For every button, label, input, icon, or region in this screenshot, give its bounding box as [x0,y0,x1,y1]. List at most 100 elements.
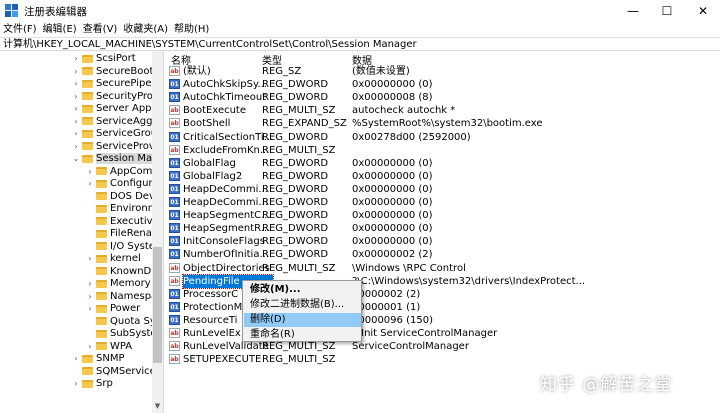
value-name: InitConsoleFlags [183,236,265,248]
value-data: %SystemRoot%\system32\bootim.exe [352,118,543,130]
menu-edit[interactable]: 编辑(E) [40,22,80,37]
modify-binary-menu-item[interactable]: 修改二进制数据(B)... [244,298,361,312]
value-row[interactable]: 01 CriticalSectionTi... REG_DWORD 0x00278d0… [166,131,720,144]
tree-item[interactable]: ⌄ Session Manag [72,152,163,165]
value-row[interactable]: ab (默认) REG_SZ (数值未设置) [166,65,720,78]
collapsed-chevron-icon[interactable]: › [86,342,94,351]
tree-item[interactable]: SQMServiceLis [72,365,163,378]
collapsed-chevron-icon[interactable]: › [72,104,80,113]
scroll-down-arrow-icon[interactable]: ▼ [152,401,163,412]
collapsed-chevron-icon[interactable]: › [86,292,94,301]
tree-item[interactable]: › Server Applica [72,102,163,115]
string-value-icon: ab [169,341,180,352]
delete-menu-item[interactable]: 删除(D) [244,313,361,327]
value-row[interactable]: ab RunLevelValidate REG_MULTI_SZ ServiceCon… [166,340,720,353]
maximize-button[interactable]: ☐ [650,0,684,22]
collapsed-chevron-icon[interactable]: › [72,354,80,363]
folder-icon [96,204,107,213]
rename-menu-item[interactable]: 重命名(R) [244,328,361,342]
tree-item[interactable]: › Srp [72,377,112,390]
tree-item-label: ScsiPort [96,53,136,64]
collapsed-chevron-icon[interactable]: › [86,304,94,313]
value-data: ?\C:\Windows\system32\drivers\IndexProte… [352,275,586,287]
binary-value-icon: 01 [169,314,180,325]
tree-item[interactable]: › WPA [86,340,132,353]
value-row[interactable]: 01 HeapDeCommi... REG_DWORD 0x00000000 (0) [166,196,720,209]
value-data: 0x00000000 (0) [352,223,433,235]
tree-item[interactable]: › kernel [86,252,140,265]
value-row[interactable]: 01 HeapSegmentR... REG_DWORD 0x00000000 (0) [166,222,720,235]
menu-favorites[interactable]: 收藏夹(A) [120,22,171,37]
binary-value-icon: 01 [169,79,180,90]
value-row[interactable]: ab BootExecute REG_MULTI_SZ autocheck autoc… [166,104,720,117]
value-row[interactable]: 01 HeapDeCommi... REG_DWORD 0x00000000 (0) [166,183,720,196]
value-row[interactable]: 01 NumberOfInitia... REG_DWORD 0x00000002 (… [166,248,720,261]
collapsed-chevron-icon[interactable]: › [72,67,80,76]
collapsed-chevron-icon[interactable]: › [72,54,80,63]
value-name: NumberOfInitia... [183,249,269,261]
collapsed-chevron-icon[interactable]: › [72,142,80,151]
collapsed-chevron-icon[interactable]: › [86,279,94,288]
value-row[interactable]: 01 HeapSegmentC... REG_DWORD 0x00000000 (0) [166,209,720,222]
menu-help[interactable]: 帮助(H) [171,22,212,37]
tree-scrollbar-thumb[interactable] [153,247,162,363]
value-type: REG_MULTI_SZ [262,341,336,353]
collapsed-chevron-icon[interactable]: › [86,254,94,263]
value-name: ExcludeFromKn... [183,144,270,156]
tree-item-label: SNMP [96,353,125,364]
title-bar: 注册表编辑器 — ☐ ✕ [0,0,720,22]
value-row[interactable]: 01 AutoChkTimeout REG_DWORD 0x00000008 (8) [166,91,720,104]
value-row[interactable]: 01 GlobalFlag REG_DWORD 0x00000000 (0) [166,157,720,170]
value-data: (数值未设置) [352,66,410,77]
value-row[interactable]: ab SETUPEXECUTE REG_MULTI_SZ [166,353,720,366]
modify-menu-item[interactable]: 修改(M)... [244,283,361,297]
folder-icon [82,67,93,75]
string-value-icon: ab [169,262,180,273]
tree-item-label: Power [110,303,141,314]
tree-item[interactable]: › SNMP [72,352,125,365]
binary-value-icon: 01 [169,288,180,299]
collapsed-chevron-icon[interactable]: › [86,179,94,188]
value-row[interactable]: 01 InitConsoleFlags REG_DWORD 0x00000000 (0… [166,235,720,248]
minimize-button[interactable]: — [616,0,650,22]
collapsed-chevron-icon[interactable]: › [86,167,94,176]
folder-icon [82,117,93,125]
menu-file[interactable]: 文件(F) [0,22,40,37]
menu-view[interactable]: 查看(V) [80,22,121,37]
value-data: 00000001 (1) [352,301,421,313]
value-row[interactable]: ab ExcludeFromKn... REG_MULTI_SZ [166,144,720,157]
tree-item[interactable]: › ServiceGroupO [72,127,163,140]
string-value-icon: ab [169,144,180,155]
folder-icon [96,304,107,313]
tree-item[interactable]: › Power [86,302,140,315]
value-type: REG_DWORD [262,197,329,208]
folder-icon [82,79,93,88]
value-type: REG_DWORD [262,249,329,261]
tree-item[interactable]: ›SecurePipeServ [72,77,163,90]
collapsed-chevron-icon[interactable]: › [72,129,80,138]
tree-item[interactable]: › SecureBoot [72,65,153,78]
folder-icon [96,217,107,225]
binary-value-icon: 01 [169,223,180,234]
folder-icon [96,192,107,200]
value-data: 0x00000000 (0) [352,157,433,169]
value-row[interactable]: 01 GlobalFlag2 REG_DWORD 0x00000000 (0) [166,170,720,183]
value-row[interactable]: ab BootShell REG_EXPAND_SZ %SystemRoot%\sys… [166,117,720,130]
close-button[interactable]: ✕ [686,0,720,22]
value-name: HeapDeCommi... [183,197,268,208]
expanded-chevron-icon[interactable]: ⌄ [72,154,80,163]
collapsed-chevron-icon[interactable]: › [72,92,80,101]
collapsed-chevron-icon[interactable]: › [72,79,80,88]
collapsed-chevron-icon[interactable]: › [72,379,80,388]
tree-item[interactable]: Executive [86,215,159,228]
collapsed-chevron-icon[interactable]: › [72,117,80,126]
value-row[interactable]: 01 AutoChkSkipSy... REG_DWORD 0x00000000 (0… [166,78,720,91]
tree-item[interactable]: › ScsiPort [72,52,136,65]
address-bar[interactable]: 计算机\HKEY_LOCAL_MACHINE\SYSTEM\CurrentCon… [0,37,720,51]
folder-icon [82,142,93,150]
tree-item[interactable]: › SecurityProvid [72,90,163,103]
value-row[interactable]: ab ObjectDirectories REG_MULTI_SZ \Windows … [166,262,720,275]
tree-item[interactable]: › ServiceAggreg [72,115,163,128]
value-name: HeapDeCommi... [183,183,268,195]
tree-item[interactable]: › ServiceProvide [72,140,163,153]
